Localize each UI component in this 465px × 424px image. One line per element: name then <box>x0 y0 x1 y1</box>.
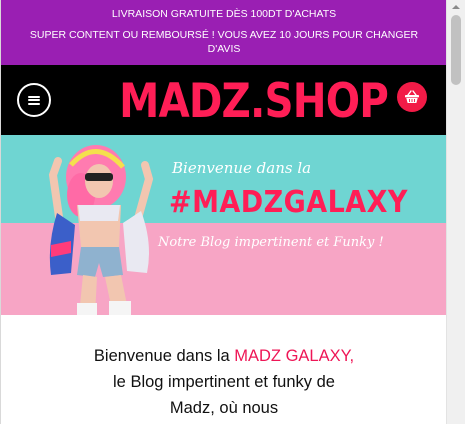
intro-text-end: le Blog impertinent et funky de Madz, où… <box>113 373 335 417</box>
intro-text-start: Bienvenue dans la <box>93 347 235 365</box>
basket-icon <box>405 90 419 103</box>
hero-tagline: Notre Blog impertinent et Funky ! <box>158 235 384 250</box>
site-logo[interactable]: MADZ.SHOP <box>119 73 389 131</box>
scroll-up-arrow-icon[interactable] <box>447 0 465 14</box>
scrollbar-thumb[interactable] <box>451 15 461 85</box>
intro-paragraph: Bienvenue dans la MADZ GALAXY, le Blog i… <box>91 343 357 421</box>
intro-highlight: MADZ GALAXY, <box>234 347 355 365</box>
menu-button[interactable] <box>17 83 51 117</box>
hero-welcome-text: Bienvenue dans la <box>172 159 312 177</box>
hamburger-menu-icon <box>28 95 40 105</box>
vertical-scrollbar[interactable] <box>446 0 465 424</box>
promo-free-shipping: LIVRAISON GRATUITE DÈS 100DT D'ACHATS <box>111 8 337 20</box>
site-header: MADZ.SHOP <box>1 65 446 135</box>
hero-model-image <box>48 145 154 315</box>
cart-button[interactable] <box>397 82 427 112</box>
page-viewport: LIVRAISON GRATUITE DÈS 100DT D'ACHATS SU… <box>0 0 446 424</box>
promo-satisfaction: SUPER CONTENT OU REMBOURSÉ ! VOUS AVEZ 1… <box>29 29 419 55</box>
hero-hashtag: #MADZGALAXY <box>169 185 408 220</box>
hero-banner[interactable]: Bienvenue dans la #MADZGALAXY Notre Blog… <box>1 135 446 315</box>
promo-banner: LIVRAISON GRATUITE DÈS 100DT D'ACHATS SU… <box>1 0 446 65</box>
article-intro: Bienvenue dans la MADZ GALAXY, le Blog i… <box>1 315 446 424</box>
